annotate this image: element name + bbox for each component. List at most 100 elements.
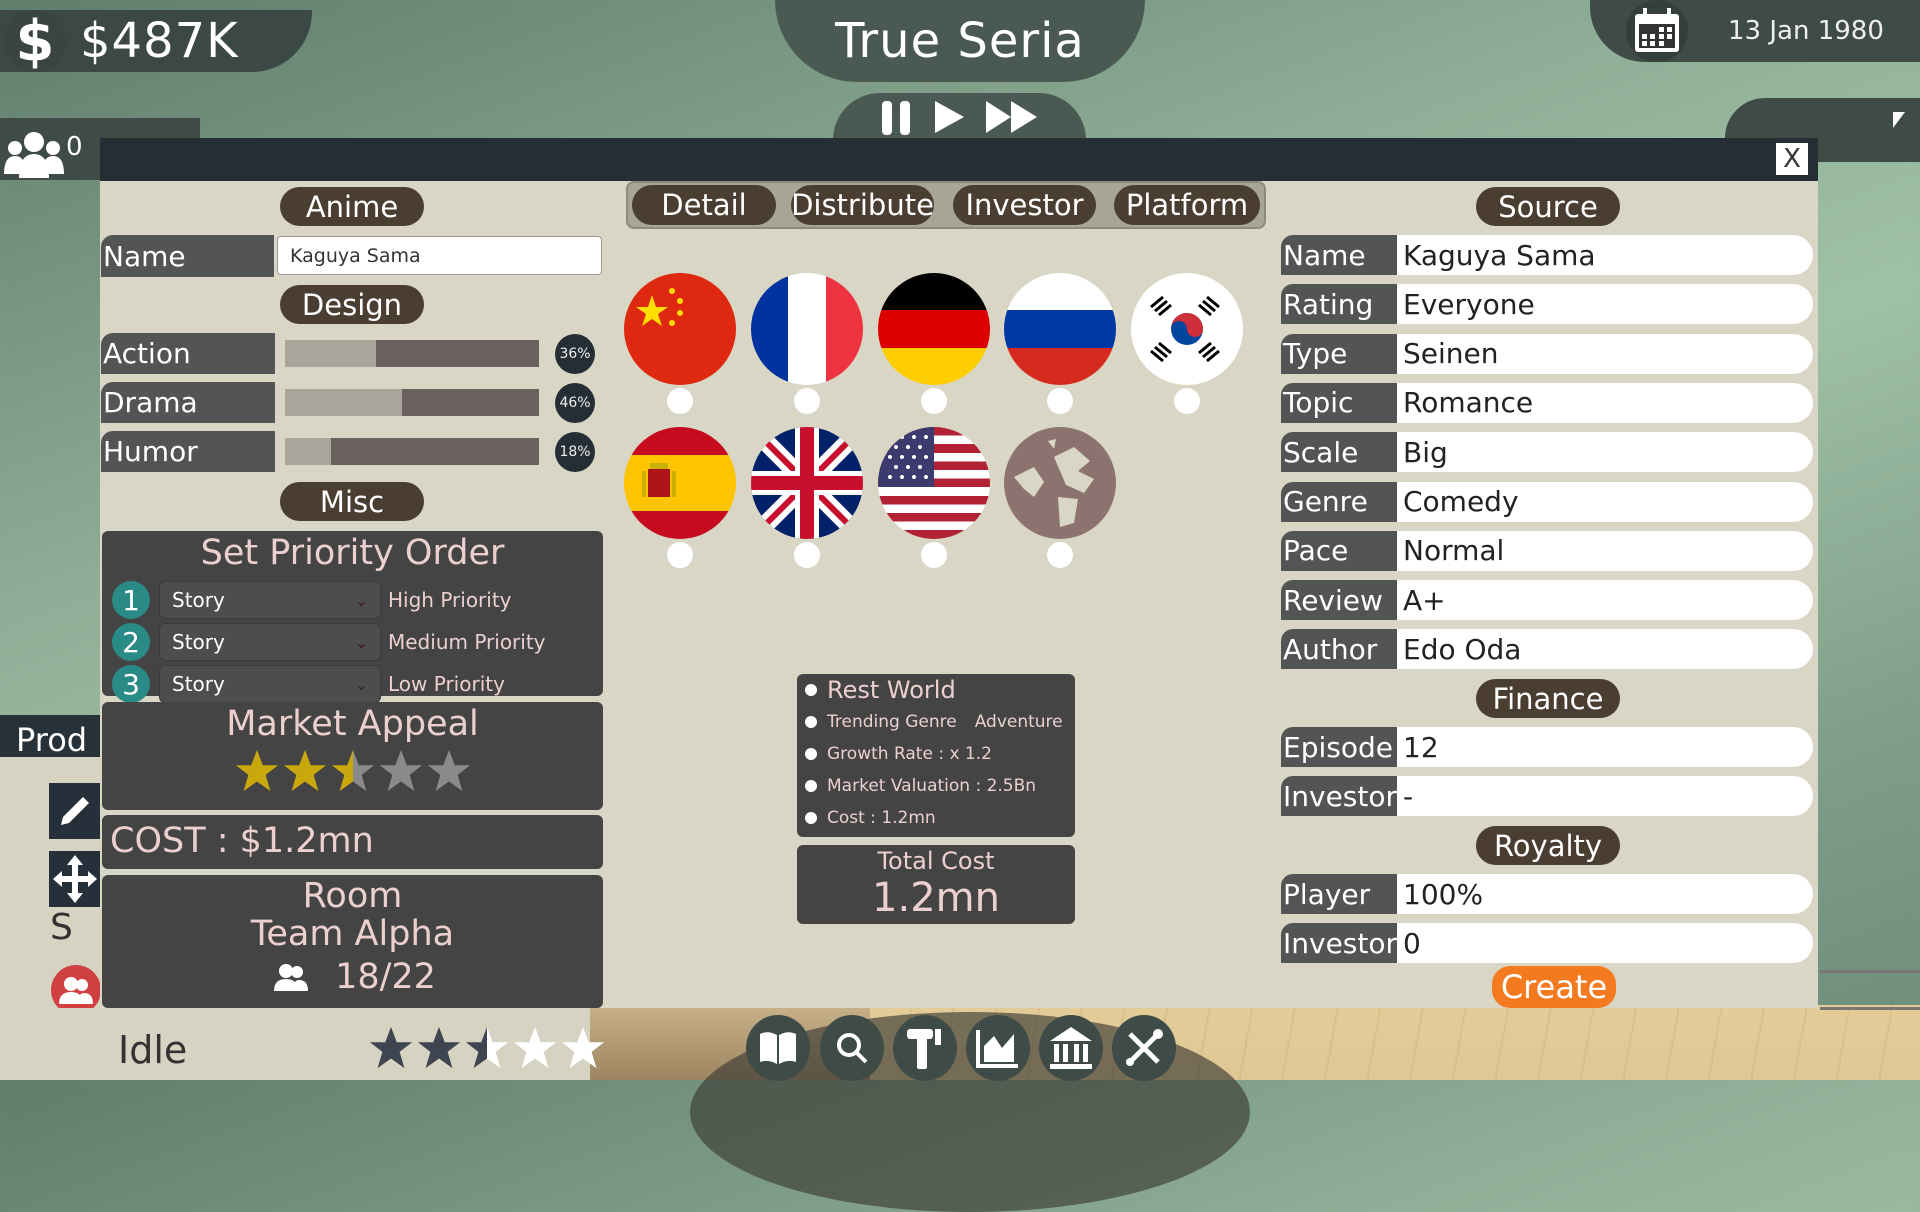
source-header: Source	[1476, 187, 1620, 226]
action-slider[interactable]	[285, 340, 539, 367]
china-radio[interactable]	[667, 388, 693, 414]
rating-star-icon	[561, 1026, 605, 1069]
speed-controls	[833, 93, 1086, 140]
action-percent: 36%	[555, 334, 595, 374]
finance-label-investor: Investor	[1281, 776, 1397, 817]
royalty-header: Royalty	[1476, 826, 1620, 865]
uk-radio[interactable]	[794, 542, 820, 568]
trending-label: Trending Genre	[827, 712, 957, 732]
priority-select-2-value: Story	[172, 630, 225, 654]
source-value-name: Kaguya Sama	[1397, 235, 1813, 275]
tab-distribute[interactable]: Distribute	[791, 185, 934, 225]
market-star-icon	[283, 749, 326, 792]
france-radio[interactable]	[794, 388, 820, 414]
bank-button[interactable]	[1039, 1015, 1103, 1081]
total-cost-value: 1.2mn	[872, 875, 1000, 921]
hammer-icon	[907, 1029, 941, 1069]
source-label-name: Name	[1281, 235, 1397, 275]
priority-select-1[interactable]: Story ⌄	[159, 581, 381, 619]
tab-detail[interactable]: Detail	[632, 185, 776, 225]
book-button[interactable]	[746, 1015, 810, 1081]
humor-slider[interactable]	[285, 438, 539, 465]
team-count: 0	[66, 132, 83, 162]
source-label-author: Author	[1281, 629, 1397, 670]
spain-radio[interactable]	[667, 542, 693, 568]
close-button[interactable]: X	[1776, 143, 1808, 175]
fast-forward-icon[interactable]	[984, 97, 1040, 137]
priority-number-2: 2	[112, 623, 150, 661]
uk-flag-icon[interactable]	[751, 427, 863, 539]
bullet-icon	[805, 684, 817, 696]
mouse-cursor	[1893, 112, 1905, 128]
book-icon	[760, 1032, 796, 1064]
search-button[interactable]	[820, 1015, 884, 1081]
production-modal: X Anime Name Design Action 36% Drama 46%…	[100, 138, 1818, 1008]
design-label-humor: Humor	[101, 431, 275, 472]
calendar-icon[interactable]	[1626, 0, 1688, 62]
priority-select-3[interactable]: Story ⌄	[159, 665, 381, 703]
source-value-author: Edo Oda	[1397, 629, 1813, 670]
spain-flag-icon[interactable]	[624, 427, 736, 539]
globe-icon[interactable]	[1004, 427, 1116, 539]
china-flag-icon[interactable]	[624, 273, 736, 385]
market-star-icon	[331, 749, 374, 792]
region-name: Rest World	[827, 676, 956, 704]
date-display: 13 Jan 1980	[1590, 0, 1920, 62]
russia-radio[interactable]	[1047, 388, 1073, 414]
edit-icon[interactable]	[49, 783, 101, 839]
misc-header: Misc	[280, 482, 424, 521]
priority-select-2[interactable]: Story ⌄	[159, 623, 381, 661]
design-label-drama: Drama	[101, 382, 275, 423]
priority-level-1: High Priority	[388, 588, 512, 612]
source-value-rating: Everyone	[1397, 284, 1813, 325]
sidebar-s-label: S	[50, 907, 73, 948]
market-info-panel: Rest World Trending Genre Adventure Growt…	[797, 674, 1075, 837]
germany-flag-icon[interactable]	[878, 273, 990, 385]
russia-flag-icon[interactable]	[1004, 273, 1116, 385]
action-slider-fill	[285, 340, 377, 367]
play-icon[interactable]	[932, 97, 966, 137]
us-radio[interactable]	[921, 542, 947, 568]
create-button[interactable]: Create	[1492, 966, 1616, 1008]
bullet-icon	[805, 780, 817, 792]
south-korea-radio[interactable]	[1174, 388, 1200, 414]
drama-slider-fill	[285, 389, 402, 416]
priority-level-3: Low Priority	[388, 672, 505, 696]
status-text: Idle	[118, 1028, 188, 1072]
source-label-pace: Pace	[1281, 530, 1397, 571]
humor-percent: 18%	[555, 432, 595, 472]
staff-icon	[274, 964, 309, 991]
chart-icon	[976, 1030, 1018, 1068]
search-icon	[837, 1033, 868, 1064]
rating-star-icon	[513, 1026, 557, 1069]
room-capacity: 18/22	[335, 957, 436, 997]
tab-platform[interactable]: Platform	[1114, 185, 1260, 225]
market-star-icon	[379, 749, 422, 792]
rating-star-icon	[369, 1026, 413, 1069]
source-label-type: Type	[1281, 333, 1397, 374]
room-team: Team Alpha	[250, 914, 455, 954]
drama-percent: 46%	[555, 383, 595, 423]
market-star-icon	[427, 749, 470, 792]
germany-radio[interactable]	[921, 388, 947, 414]
tab-bar: Detail Distribute Investor Platform	[626, 181, 1266, 229]
settings-button[interactable]	[1112, 1015, 1176, 1081]
stats-button[interactable]	[966, 1015, 1030, 1081]
tab-investor[interactable]: Investor	[953, 185, 1096, 225]
cost-display: COST : $1.2mn	[102, 815, 603, 869]
source-value-topic: Romance	[1397, 382, 1813, 423]
south-korea-flag-icon[interactable]	[1131, 273, 1243, 385]
drama-slider[interactable]	[285, 389, 539, 416]
anime-name-input[interactable]	[277, 236, 602, 275]
money-value: $487K	[80, 13, 239, 69]
build-button[interactable]	[893, 1015, 957, 1081]
france-flag-icon[interactable]	[751, 273, 863, 385]
rating-stars	[368, 1025, 606, 1071]
us-flag-icon[interactable]	[878, 427, 990, 539]
pause-icon[interactable]	[880, 97, 914, 137]
move-icon[interactable]	[49, 851, 101, 907]
rest-world-radio[interactable]	[1047, 542, 1073, 568]
source-label-review: Review	[1281, 580, 1397, 621]
source-label-genre: Genre	[1281, 481, 1397, 522]
source-value-scale: Big	[1397, 432, 1813, 473]
